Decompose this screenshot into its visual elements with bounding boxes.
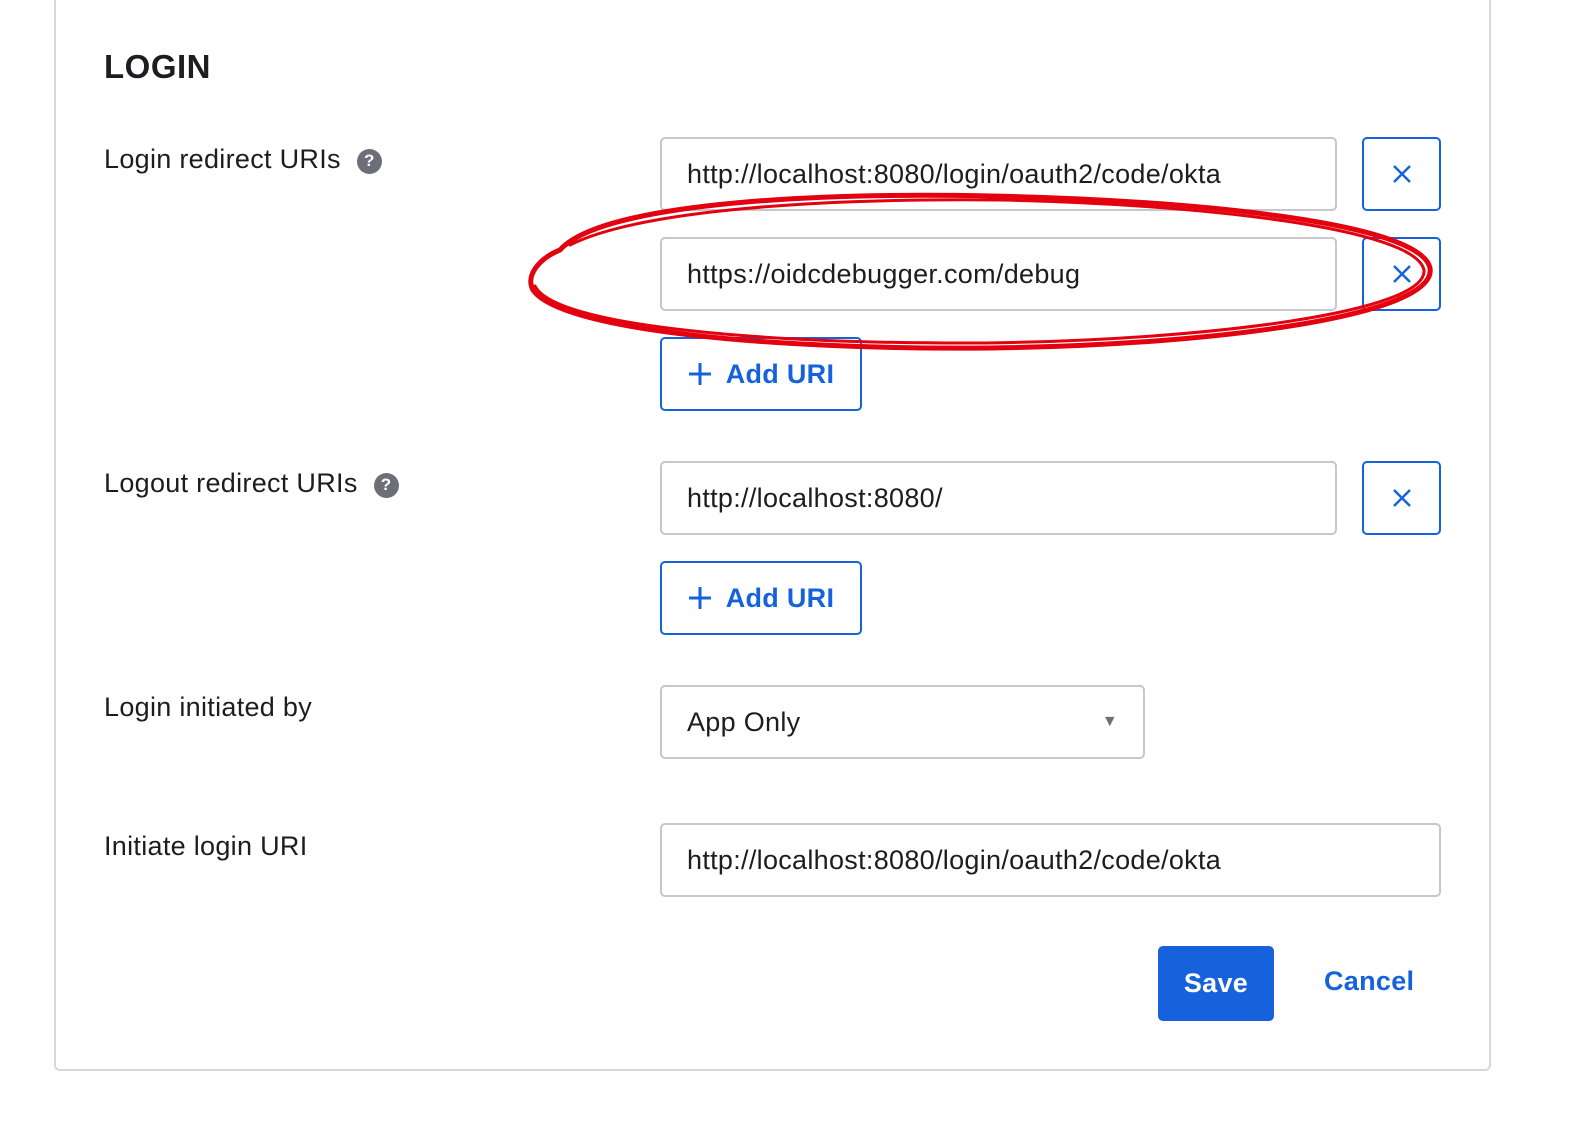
close-icon <box>1392 165 1411 183</box>
login-redirect-label-text: Login redirect URIs <box>104 144 341 174</box>
caret-down-icon: ▼ <box>1101 713 1118 730</box>
login-initiated-select[interactable]: App Only ▼ <box>660 685 1145 759</box>
login-initiated-label: Login initiated by <box>104 692 313 722</box>
logout-redirect-label-text: Logout redirect URIs <box>104 468 358 498</box>
plus-icon <box>688 363 711 385</box>
plus-icon <box>688 587 711 609</box>
remove-logout-redirect-uri-1-button[interactable] <box>1362 461 1441 535</box>
login-redirect-uri-value-2: https://oidcdebugger.com/debug <box>687 258 1081 289</box>
close-icon <box>1392 489 1411 507</box>
logout-redirect-uri-input-1[interactable]: http://localhost:8080/ <box>660 461 1337 535</box>
close-icon <box>1392 265 1411 283</box>
initiate-login-uri-value: http://localhost:8080/login/oauth2/code/… <box>687 844 1222 875</box>
initiate-login-uri-input[interactable]: http://localhost:8080/login/oauth2/code/… <box>660 823 1441 897</box>
cancel-button[interactable]: Cancel <box>1324 966 1414 997</box>
remove-login-redirect-uri-2-button[interactable] <box>1362 237 1441 311</box>
initiate-login-uri-label: Initiate login URI <box>104 831 308 861</box>
add-logout-redirect-uri-button[interactable]: Add URI <box>660 561 862 635</box>
section-title: LOGIN <box>104 48 211 85</box>
login-redirect-uri-input-1[interactable]: http://localhost:8080/login/oauth2/code/… <box>660 137 1337 211</box>
add-uri-label: Add URI <box>725 358 835 389</box>
save-button[interactable]: Save <box>1158 946 1274 1021</box>
login-redirect-uri-value-1: http://localhost:8080/login/oauth2/code/… <box>687 158 1222 189</box>
add-uri-label: Add URI <box>725 582 835 613</box>
remove-login-redirect-uri-1-button[interactable] <box>1362 137 1441 211</box>
login-redirect-label: Login redirect URIs? <box>104 144 382 175</box>
help-icon[interactable]: ? <box>356 148 382 174</box>
logout-redirect-uri-value-1: http://localhost:8080/ <box>687 482 943 513</box>
login-initiated-selected: App Only <box>687 706 801 737</box>
login-redirect-uri-input-2[interactable]: https://oidcdebugger.com/debug <box>660 237 1337 311</box>
add-login-redirect-uri-button[interactable]: Add URI <box>660 337 862 411</box>
help-icon[interactable]: ? <box>373 472 399 498</box>
logout-redirect-label: Logout redirect URIs? <box>104 468 399 499</box>
